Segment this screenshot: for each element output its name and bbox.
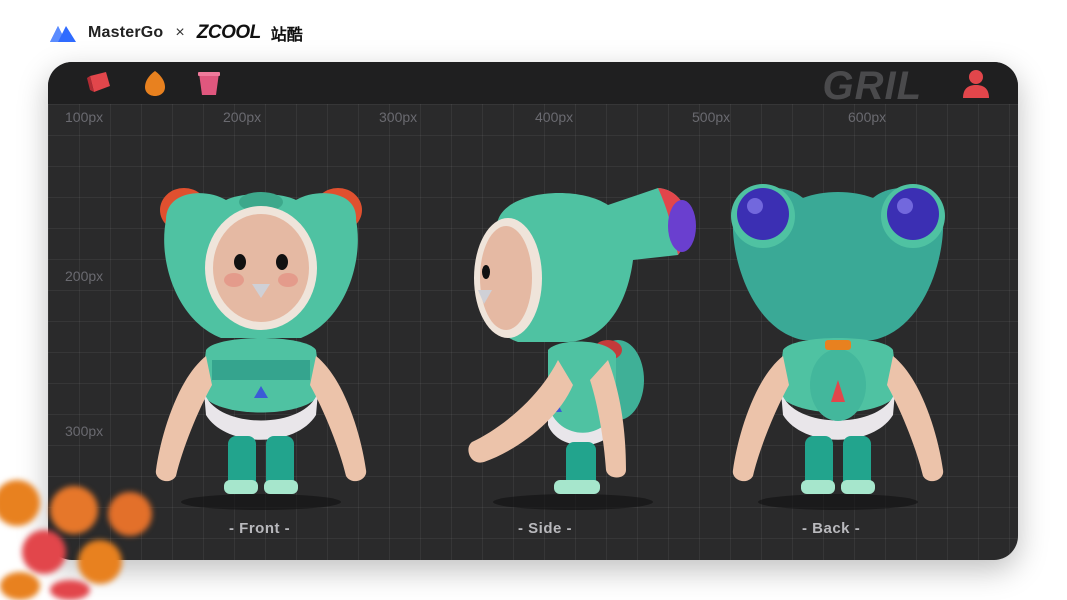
side-view-label: - Side - — [518, 520, 573, 537]
character-sheet-card: GRIL 100px 200px 300px 400px 500px 600px… — [48, 62, 1018, 560]
mastergo-label: MasterGo — [88, 24, 164, 41]
decor-ball — [0, 480, 40, 526]
decor-ball — [108, 492, 152, 536]
character-back-view — [731, 184, 945, 510]
brand-bar: MasterGo × ZCOOL 站酷 — [48, 20, 303, 46]
ruler-x-400: 400px — [535, 109, 574, 125]
user-icon[interactable] — [958, 66, 994, 102]
zcool-cn-label: 站酷 — [270, 25, 303, 44]
drop-icon[interactable] — [140, 68, 170, 98]
zcool-label: ZCOOL — [196, 22, 262, 43]
ruler-y-300: 300px — [65, 423, 104, 439]
mastergo-logo-icon — [50, 26, 76, 42]
character-title: GRIL — [822, 64, 922, 108]
ruler-y-200: 200px — [65, 268, 104, 284]
cup-icon[interactable] — [194, 68, 224, 98]
separator: × — [175, 24, 185, 41]
ruler-x-500: 500px — [692, 109, 731, 125]
ruler-x-300: 300px — [379, 109, 418, 125]
decor-ball — [78, 540, 122, 584]
character-side-view — [468, 188, 696, 510]
decor-ball — [0, 572, 40, 600]
decor-ball — [50, 580, 90, 600]
ruler-x-600: 600px — [848, 109, 887, 125]
decor-ball — [50, 486, 98, 534]
character-front-view — [155, 188, 367, 510]
back-view-label: - Back - — [802, 520, 861, 537]
ruler-x-100: 100px — [65, 109, 104, 125]
ruler-x-200: 200px — [223, 109, 262, 125]
front-view-label: - Front - — [229, 520, 291, 537]
eraser-icon[interactable] — [84, 68, 114, 98]
decor-ball — [22, 530, 66, 574]
